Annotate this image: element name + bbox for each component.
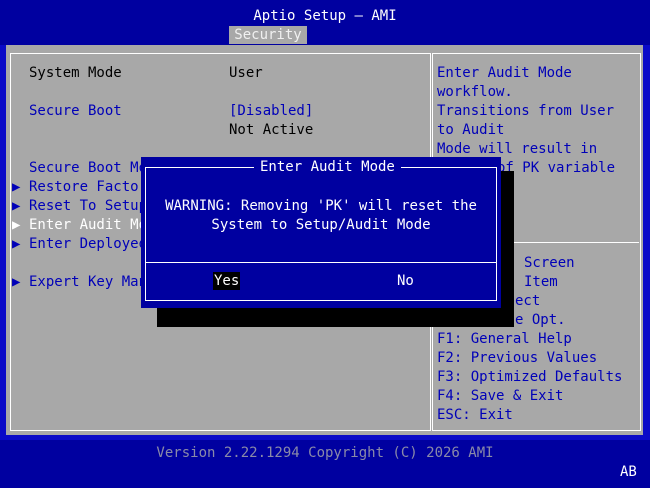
- menu-item-expert-key-management[interactable]: Expert Key Man: [29, 273, 147, 291]
- indicator-text: AB: [620, 464, 637, 480]
- secure-boot-value[interactable]: [Disabled]: [229, 102, 313, 120]
- key-help-line: F2: Previous Values: [437, 350, 598, 366]
- dialog-message-line: WARNING: Removing 'PK' will reset the: [165, 198, 477, 214]
- dialog-title: Enter Audit Mode: [254, 158, 401, 176]
- key-help-line: ESC: Exit: [437, 407, 513, 423]
- yes-button[interactable]: Yes: [213, 272, 241, 290]
- menu-item-reset-to-setup[interactable]: Reset To Setup: [29, 197, 147, 215]
- help-line: Transitions from User: [437, 103, 615, 119]
- key-help-line: F4: Save & Exit: [437, 388, 564, 404]
- menu-item-restore-factory[interactable]: Restore Factor: [29, 178, 147, 196]
- help-line: to Audit: [437, 122, 505, 138]
- submenu-arrow-icon: ▶: [12, 217, 21, 233]
- submenu-arrow-icon: ▶: [12, 236, 21, 252]
- key-help-line: F1: General Help: [437, 331, 572, 347]
- bios-screen: Aptio Setup – AMI Security System Mode U…: [0, 0, 650, 488]
- tab-security[interactable]: Security: [229, 26, 307, 44]
- dialog-message-line: System to Setup/Audit Mode: [211, 217, 431, 233]
- submenu-arrow-icon: ▶: [12, 179, 21, 195]
- system-mode-value: User: [229, 65, 263, 81]
- dialog-border: [145, 167, 497, 301]
- system-mode-label: System Mode: [29, 65, 122, 81]
- version-text: Version 2.22.1294 Copyright (C) 2026 AMI: [156, 445, 494, 461]
- secure-boot-label[interactable]: Secure Boot: [29, 102, 122, 120]
- key-help-line: ect: [515, 293, 541, 309]
- submenu-arrow-icon: ▶: [12, 198, 21, 214]
- secure-boot-status: Not Active: [229, 122, 314, 138]
- menu-item-enter-deployed[interactable]: Enter Deployed: [29, 235, 147, 253]
- key-help-line: Screen: [524, 255, 575, 271]
- help-line: of PK variable: [497, 160, 616, 176]
- key-help-line: Item: [524, 274, 558, 290]
- menu-item-enter-audit-mode[interactable]: Enter Audit Mo: [29, 216, 147, 234]
- help-line: Enter Audit Mode: [437, 65, 572, 81]
- submenu-arrow-icon: ▶: [12, 274, 21, 290]
- key-help-line: e Opt.: [515, 312, 566, 328]
- app-title: Aptio Setup – AMI: [253, 8, 397, 24]
- secure-boot-mode-label[interactable]: Secure Boot Mo: [29, 159, 147, 177]
- no-button[interactable]: No: [397, 272, 414, 290]
- help-line: workflow.: [437, 84, 513, 100]
- key-help-line: F3: Optimized Defaults: [437, 369, 623, 385]
- dialog-separator: [145, 262, 497, 263]
- help-line: Mode will result in: [437, 141, 598, 157]
